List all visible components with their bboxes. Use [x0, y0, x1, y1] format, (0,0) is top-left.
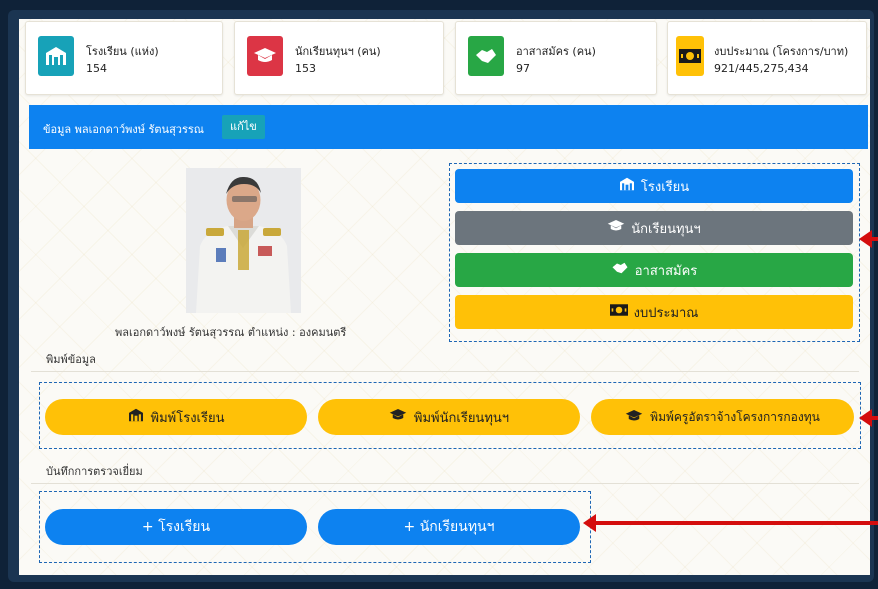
- school-icon: [38, 36, 74, 76]
- school-icon: [128, 408, 144, 426]
- stat-label: นักเรียนทุนฯ (คน): [295, 45, 381, 58]
- main-page: โรงเรียน (แห่ง) 154 นักเรียนทุนฯ (คน) 15…: [19, 19, 870, 575]
- menu-school-button[interactable]: โรงเรียน: [455, 169, 853, 203]
- annotation-arrow: [859, 409, 878, 427]
- annotation-arrow: [583, 514, 878, 532]
- divider: [31, 371, 859, 372]
- menu-school-label: โรงเรียน: [640, 179, 690, 195]
- stat-value: 97: [516, 62, 530, 75]
- stat-card-students: นักเรียนทุนฯ (คน) 153: [234, 21, 444, 95]
- profile-caption: พลเอกดาว์พงษ์ รัตนสุวรรณ ตำแหน่ง : องคมน…: [115, 326, 347, 339]
- graduation-cap-icon: [247, 36, 283, 76]
- print-teachers-button[interactable]: พิมพ์ครูอัตราจ้างโครงการกองทุน: [591, 399, 854, 435]
- handshake-icon: [468, 36, 504, 76]
- stat-card-budget: งบประมาณ (โครงการ/บาท) 921/445,275,434: [667, 21, 867, 95]
- stat-label: โรงเรียน (แห่ง): [86, 45, 159, 58]
- stat-value: 921/445,275,434: [714, 62, 809, 75]
- graduation-cap-icon: [389, 408, 407, 426]
- add-visit-students-label: + นักเรียนทุนฯ: [403, 519, 495, 535]
- graduation-cap-icon: [607, 219, 625, 237]
- profile-header-title: ข้อมูล พลเอกดาว์พงษ์ รัตนสุวรรณ: [43, 123, 204, 136]
- print-school-label: พิมพ์โรงเรียน: [150, 410, 225, 426]
- add-visit-school-button[interactable]: + โรงเรียน: [45, 509, 307, 545]
- menu-budget-label: งบประมาณ: [633, 305, 699, 321]
- stat-card-volunteers: อาสาสมัคร (คน) 97: [455, 21, 657, 95]
- handshake-icon: [611, 261, 629, 279]
- menu-budget-button[interactable]: งบประมาณ: [455, 295, 853, 329]
- money-icon: [676, 36, 704, 76]
- profile-photo: [186, 168, 301, 313]
- stat-value: 153: [295, 62, 316, 75]
- stat-card-schools: โรงเรียน (แห่ง) 154: [25, 21, 223, 95]
- annotation-arrow: [859, 230, 878, 248]
- print-students-label: พิมพ์นักเรียนทุนฯ: [413, 410, 510, 426]
- divider: [31, 483, 859, 484]
- add-visit-school-label: + โรงเรียน: [141, 519, 211, 535]
- stat-value: 154: [86, 62, 107, 75]
- school-icon: [619, 177, 635, 195]
- stat-label: อาสาสมัคร (คน): [516, 45, 596, 58]
- print-teachers-label: พิมพ์ครูอัตราจ้างโครงการกองทุน: [650, 409, 820, 424]
- add-visit-students-button[interactable]: + นักเรียนทุนฯ: [318, 509, 580, 545]
- profile-header-bar: ข้อมูล พลเอกดาว์พงษ์ รัตนสุวรรณ แก้ไข: [29, 105, 868, 149]
- print-school-button[interactable]: พิมพ์โรงเรียน: [45, 399, 307, 435]
- visit-section-title: บันทึกการตรวจเยี่ยม: [46, 465, 143, 478]
- menu-students-button[interactable]: นักเรียนทุนฯ: [455, 211, 853, 245]
- menu-volunteers-label: อาสาสมัคร: [634, 263, 698, 279]
- menu-students-label: นักเรียนทุนฯ: [631, 221, 701, 237]
- money-icon: [609, 304, 628, 320]
- edit-button[interactable]: แก้ไข: [222, 115, 265, 139]
- print-section-title: พิมพ์ข้อมูล: [46, 353, 96, 366]
- stat-label: งบประมาณ (โครงการ/บาท): [714, 45, 849, 58]
- print-students-button[interactable]: พิมพ์นักเรียนทุนฯ: [318, 399, 580, 435]
- graduation-cap-icon: [625, 409, 643, 426]
- menu-volunteers-button[interactable]: อาสาสมัคร: [455, 253, 853, 287]
